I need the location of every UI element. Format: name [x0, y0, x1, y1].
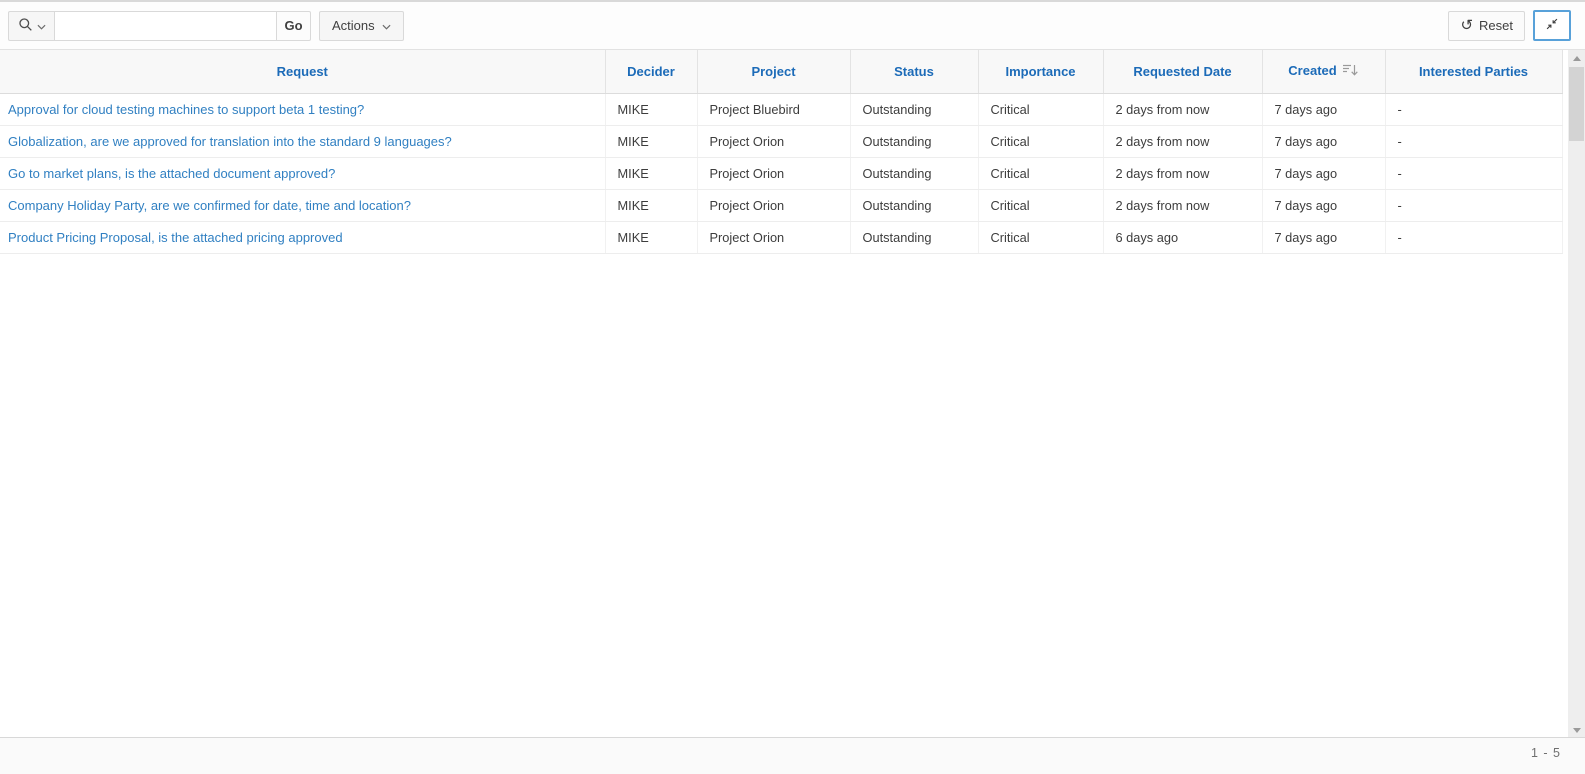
actions-button-label: Actions	[332, 18, 375, 33]
table-row: Globalization, are we approved for trans…	[0, 125, 1562, 157]
interactive-report-region: Go Actions ↺ Reset	[0, 0, 1585, 774]
requested-date-cell: 2 days from now	[1103, 157, 1262, 189]
importance-cell: Critical	[978, 221, 1103, 253]
interested-parties-cell: -	[1385, 93, 1562, 125]
table-row: Go to market plans, is the attached docu…	[0, 157, 1562, 189]
status-cell: Outstanding	[850, 189, 978, 221]
header-row: Request Decider Project Status Importanc…	[0, 50, 1562, 93]
decider-cell: MIKE	[605, 221, 697, 253]
requested-date-cell: 6 days ago	[1103, 221, 1262, 253]
search-column-selector-button[interactable]	[8, 11, 55, 41]
project-cell: Project Orion	[697, 125, 850, 157]
created-cell: 7 days ago	[1262, 221, 1385, 253]
column-header-created[interactable]: Created	[1262, 50, 1385, 93]
status-cell: Outstanding	[850, 157, 978, 189]
column-header-project[interactable]: Project	[697, 50, 850, 93]
decider-cell: MIKE	[605, 189, 697, 221]
importance-cell: Critical	[978, 157, 1103, 189]
vertical-scrollbar[interactable]	[1568, 50, 1585, 739]
report-footer: 1 - 5	[0, 737, 1585, 774]
created-cell: 7 days ago	[1262, 157, 1385, 189]
column-header-importance[interactable]: Importance	[978, 50, 1103, 93]
table-row: Product Pricing Proposal, is the attache…	[0, 221, 1562, 253]
status-cell: Outstanding	[850, 93, 978, 125]
requested-date-cell: 2 days from now	[1103, 189, 1262, 221]
project-cell: Project Orion	[697, 157, 850, 189]
status-cell: Outstanding	[850, 125, 978, 157]
pagination-range: 1 - 5	[1531, 746, 1561, 760]
created-cell: 7 days ago	[1262, 93, 1385, 125]
interested-parties-cell: -	[1385, 157, 1562, 189]
request-link[interactable]: Go to market plans, is the attached docu…	[8, 166, 335, 181]
chevron-down-icon	[37, 18, 46, 33]
column-header-status[interactable]: Status	[850, 50, 978, 93]
request-link[interactable]: Company Holiday Party, are we confirmed …	[8, 198, 411, 213]
search-toolbar: Go Actions ↺ Reset	[0, 2, 1585, 50]
importance-cell: Critical	[978, 125, 1103, 157]
reset-button-label: Reset	[1479, 18, 1513, 33]
project-cell: Project Orion	[697, 189, 850, 221]
column-header-request[interactable]: Request	[0, 50, 605, 93]
request-link[interactable]: Approval for cloud testing machines to s…	[8, 102, 364, 117]
reset-button[interactable]: ↺ Reset	[1448, 11, 1525, 41]
interested-parties-cell: -	[1385, 125, 1562, 157]
requested-date-cell: 2 days from now	[1103, 93, 1262, 125]
decider-cell: MIKE	[605, 157, 697, 189]
importance-cell: Critical	[978, 93, 1103, 125]
actions-menu-button[interactable]: Actions	[319, 11, 404, 41]
interested-parties-cell: -	[1385, 221, 1562, 253]
restore-region-button[interactable]	[1533, 10, 1571, 41]
requested-date-cell: 2 days from now	[1103, 125, 1262, 157]
scroll-up-arrow-icon[interactable]	[1568, 51, 1585, 66]
arrows-inward-restore-icon	[1545, 17, 1559, 34]
sort-descending-icon	[1342, 65, 1359, 80]
importance-cell: Critical	[978, 189, 1103, 221]
interactive-report-table: Request Decider Project Status Importanc…	[0, 50, 1563, 254]
request-link[interactable]: Globalization, are we approved for trans…	[8, 134, 452, 149]
decider-cell: MIKE	[605, 125, 697, 157]
project-cell: Project Bluebird	[697, 93, 850, 125]
column-header-decider[interactable]: Decider	[605, 50, 697, 93]
table-row: Company Holiday Party, are we confirmed …	[0, 189, 1562, 221]
request-link[interactable]: Product Pricing Proposal, is the attache…	[8, 230, 343, 245]
project-cell: Project Orion	[697, 221, 850, 253]
report-grid: Request Decider Project Status Importanc…	[0, 50, 1562, 254]
created-cell: 7 days ago	[1262, 189, 1385, 221]
column-header-requested-date[interactable]: Requested Date	[1103, 50, 1262, 93]
table-row: Approval for cloud testing machines to s…	[0, 93, 1562, 125]
decider-cell: MIKE	[605, 93, 697, 125]
created-cell: 7 days ago	[1262, 125, 1385, 157]
status-cell: Outstanding	[850, 221, 978, 253]
interested-parties-cell: -	[1385, 189, 1562, 221]
search-input[interactable]	[55, 11, 277, 41]
go-button[interactable]: Go	[276, 11, 311, 41]
reset-icon: ↺	[1460, 18, 1473, 33]
column-header-interested-parties[interactable]: Interested Parties	[1385, 50, 1562, 93]
search-bar: Go	[8, 11, 311, 41]
scrollbar-thumb[interactable]	[1569, 67, 1584, 141]
chevron-down-icon	[382, 18, 391, 33]
search-icon	[18, 17, 33, 35]
scroll-down-arrow-icon[interactable]	[1568, 723, 1585, 738]
